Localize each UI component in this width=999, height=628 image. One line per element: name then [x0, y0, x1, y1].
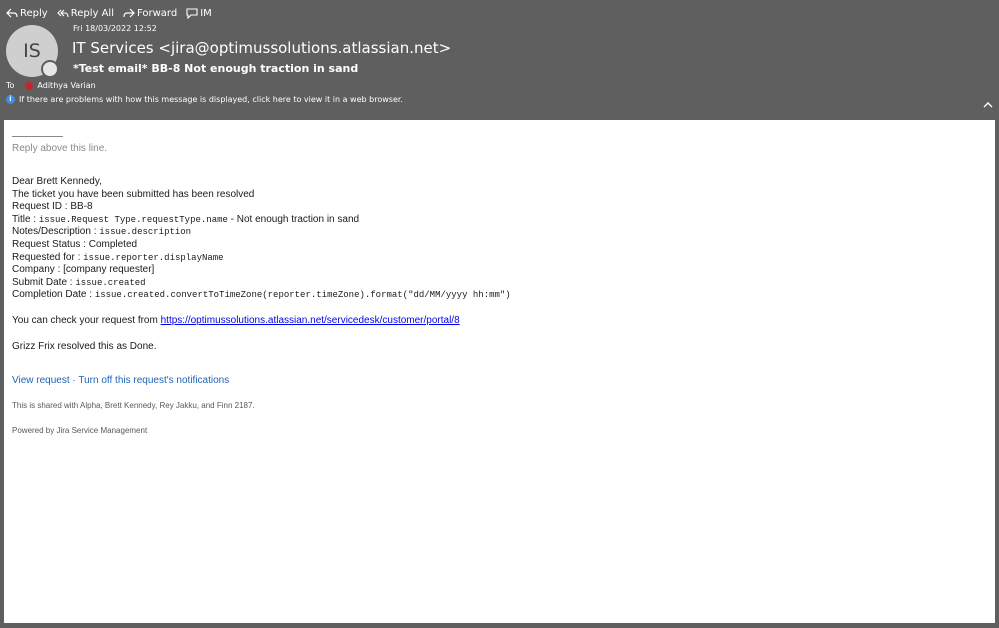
sent-date: Fri 18/03/2022 12:52	[73, 24, 157, 33]
ticket-details: Dear Brett Kennedy, The ticket you have …	[12, 176, 511, 302]
field-label: Completion Date :	[12, 289, 95, 301]
field-template: issue.created	[75, 277, 146, 288]
reply-label: Reply	[20, 7, 48, 19]
to-line: To Adithya Varian	[6, 81, 96, 90]
intro-text: The ticket you have been submitted has b…	[12, 188, 255, 200]
field-value: Completed	[88, 238, 138, 250]
field-label: Request Status :	[12, 238, 89, 250]
forward-icon	[123, 8, 135, 18]
field-template: issue.Request Type.requestType.name	[38, 214, 228, 225]
field-template: issue.description	[99, 227, 192, 238]
field-label: Title :	[12, 213, 39, 225]
field-template: issue.reporter.displayName	[83, 252, 224, 263]
turn-off-notifications-link[interactable]: Turn off this request's notifications	[78, 375, 229, 386]
field-value: [company requester]	[63, 264, 155, 276]
view-request-link[interactable]: View request	[12, 375, 70, 386]
field-row: Requested for : issue.reporter.displayNa…	[12, 252, 511, 265]
collapse-header-icon[interactable]	[981, 98, 995, 112]
field-row: Notes/Description : issue.description	[12, 226, 511, 239]
forward-button[interactable]: Forward	[123, 7, 177, 19]
action-toolbar: Reply Reply All Forward IM	[6, 7, 212, 19]
sender-name[interactable]: IT Services <jira@optimussolutions.atlas…	[72, 39, 451, 57]
field-row: Title : issue.Request Type.requestType.n…	[12, 214, 511, 227]
field-value: BB-8	[70, 201, 93, 213]
presence-status-icon	[41, 60, 59, 78]
info-text: If there are problems with how this mess…	[19, 95, 403, 104]
reply-button[interactable]: Reply	[6, 7, 48, 19]
info-icon: i	[6, 95, 15, 104]
recipient-name[interactable]: Adithya Varian	[37, 81, 95, 90]
email-subject: *Test email* BB-8 Not enough traction in…	[73, 62, 359, 75]
forward-label: Forward	[136, 7, 178, 19]
reply-all-icon	[56, 9, 69, 18]
field-label: Requested for :	[12, 251, 84, 263]
field-template: issue.created.convertToTimeZone(reporter…	[94, 290, 511, 301]
field-row: Request ID : BB-8	[12, 201, 511, 214]
im-label: IM	[200, 7, 212, 19]
greeting: Dear Brett Kennedy,	[12, 176, 102, 187]
email-body: Reply above this line. Dear Brett Kenned…	[4, 120, 995, 623]
reply-divider	[12, 136, 63, 137]
powered-by-text: Powered by Jira Service Management	[12, 426, 148, 435]
field-row: Request Status : Completed	[12, 239, 511, 252]
presence-busy-icon	[25, 81, 34, 90]
to-label: To	[6, 81, 15, 90]
display-problems-banner[interactable]: i If there are problems with how this me…	[6, 95, 403, 104]
field-label: Request ID :	[12, 201, 71, 213]
chat-icon	[186, 8, 198, 19]
im-button[interactable]: IM	[186, 7, 212, 19]
request-links: View request · Turn off this request's n…	[12, 375, 229, 386]
shared-with-text: This is shared with Alpha, Brett Kennedy…	[12, 401, 255, 410]
reply-above-text: Reply above this line.	[12, 143, 108, 154]
check-text: You can check your request from	[12, 315, 161, 326]
portal-link[interactable]: https://optimussolutions.atlassian.net/s…	[161, 315, 460, 326]
reply-all-label: Reply All	[70, 7, 114, 19]
field-value: - Not enough traction in sand	[227, 213, 360, 225]
field-row: Completion Date : issue.created.convertT…	[12, 289, 511, 302]
field-label: Company :	[12, 264, 64, 276]
field-row: Company : [company requester]	[12, 264, 511, 277]
field-label: Submit Date :	[12, 276, 76, 288]
field-label: Notes/Description :	[12, 226, 100, 238]
field-row: Submit Date : issue.created	[12, 277, 511, 290]
portal-line: You can check your request from https://…	[12, 315, 460, 326]
resolved-text: Grizz Frix resolved this as Done.	[12, 341, 157, 352]
message-header: Reply Reply All Forward IM IS Fri 18/03/…	[0, 0, 999, 118]
reply-all-button[interactable]: Reply All	[56, 7, 114, 19]
reply-icon	[6, 8, 18, 18]
